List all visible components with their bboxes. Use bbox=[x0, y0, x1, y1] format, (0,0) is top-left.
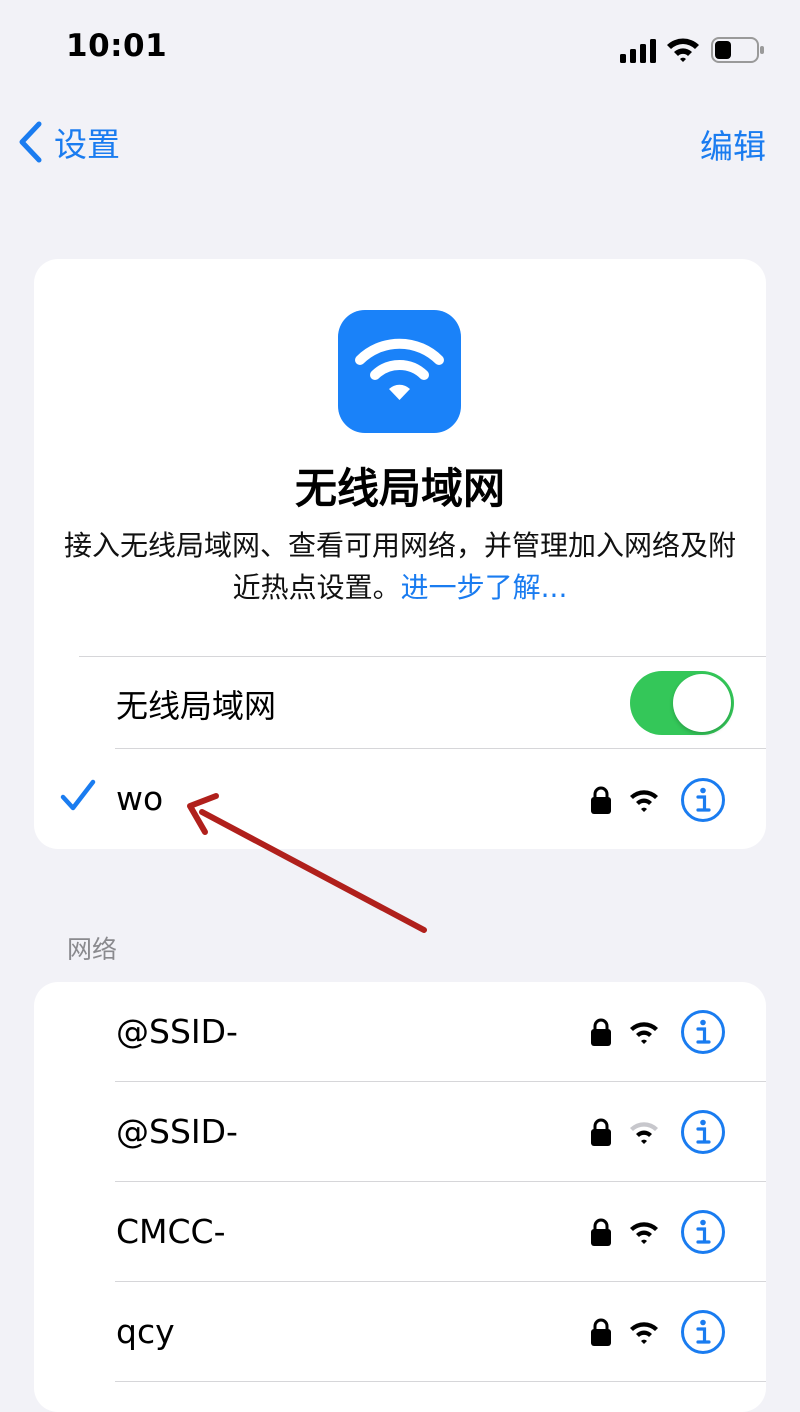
wifi-signal-weak-icon bbox=[630, 1122, 658, 1144]
connected-network-icons bbox=[590, 777, 726, 823]
divider bbox=[115, 748, 766, 749]
info-icon[interactable] bbox=[680, 777, 726, 823]
network-row-icons bbox=[590, 1009, 726, 1055]
divider bbox=[115, 1381, 766, 1382]
wifi-signal-icon bbox=[630, 1022, 658, 1044]
page-title: 无线局域网 bbox=[294, 464, 505, 513]
network-row[interactable]: qcy bbox=[34, 1282, 766, 1382]
network-name: @SSID- bbox=[116, 1012, 238, 1051]
lock-icon bbox=[591, 1218, 611, 1246]
network-row-icons bbox=[590, 1209, 726, 1255]
edit-button[interactable]: 编辑 bbox=[700, 120, 766, 168]
network-row[interactable]: @SSID- bbox=[34, 982, 766, 1082]
wifi-toggle-label: 无线局域网 bbox=[116, 687, 277, 725]
wifi-icon bbox=[355, 338, 444, 400]
wifi-icon bbox=[667, 38, 699, 62]
wifi-signal-icon bbox=[630, 790, 658, 812]
back-button-label: 设置 bbox=[54, 125, 120, 164]
networks-list: @SSID- @SSID- CMCC- qcy bbox=[34, 982, 766, 1412]
network-row-icons bbox=[590, 1309, 726, 1355]
network-row-icons bbox=[590, 1109, 726, 1155]
info-icon[interactable] bbox=[680, 1009, 726, 1055]
wifi-signal-icon bbox=[630, 1322, 658, 1344]
network-name: @SSID- bbox=[116, 1112, 238, 1151]
divider bbox=[79, 656, 766, 657]
network-row[interactable]: CMCC- bbox=[34, 1182, 766, 1282]
info-icon[interactable] bbox=[680, 1309, 726, 1355]
network-name: qcy bbox=[116, 1312, 175, 1351]
wifi-app-icon bbox=[338, 310, 461, 433]
info-icon[interactable] bbox=[680, 1209, 726, 1255]
toggle-knob bbox=[673, 674, 731, 732]
wifi-signal-icon bbox=[630, 1222, 658, 1244]
wifi-toggle[interactable] bbox=[630, 671, 734, 735]
connected-network-name[interactable]: wo bbox=[116, 779, 163, 818]
network-name: CMCC- bbox=[116, 1212, 226, 1251]
checkmark-icon bbox=[60, 779, 96, 811]
lock-icon bbox=[591, 786, 611, 814]
lock-icon bbox=[591, 1118, 611, 1146]
chevron-left-icon bbox=[19, 121, 42, 163]
info-icon[interactable] bbox=[680, 1109, 726, 1155]
description-text: 接入无线局域网、查看可用网络，并管理加入网络及附近热点设置。进一步了解... bbox=[64, 525, 736, 609]
network-row[interactable]: @SSID- bbox=[34, 1082, 766, 1182]
wifi-settings-card: 无线局域网 接入无线局域网、查看可用网络，并管理加入网络及附近热点设置。进一步了… bbox=[34, 259, 766, 849]
networks-section-header: 网络 bbox=[67, 935, 118, 964]
battery-icon bbox=[711, 37, 764, 63]
lock-icon bbox=[591, 1318, 611, 1346]
lock-icon bbox=[591, 1018, 611, 1046]
back-button[interactable]: 设置 bbox=[16, 118, 120, 166]
learn-more-link[interactable]: 进一步了解... bbox=[401, 571, 568, 604]
status-time: 10:01 bbox=[66, 28, 168, 64]
cellular-signal-icon bbox=[620, 39, 656, 63]
